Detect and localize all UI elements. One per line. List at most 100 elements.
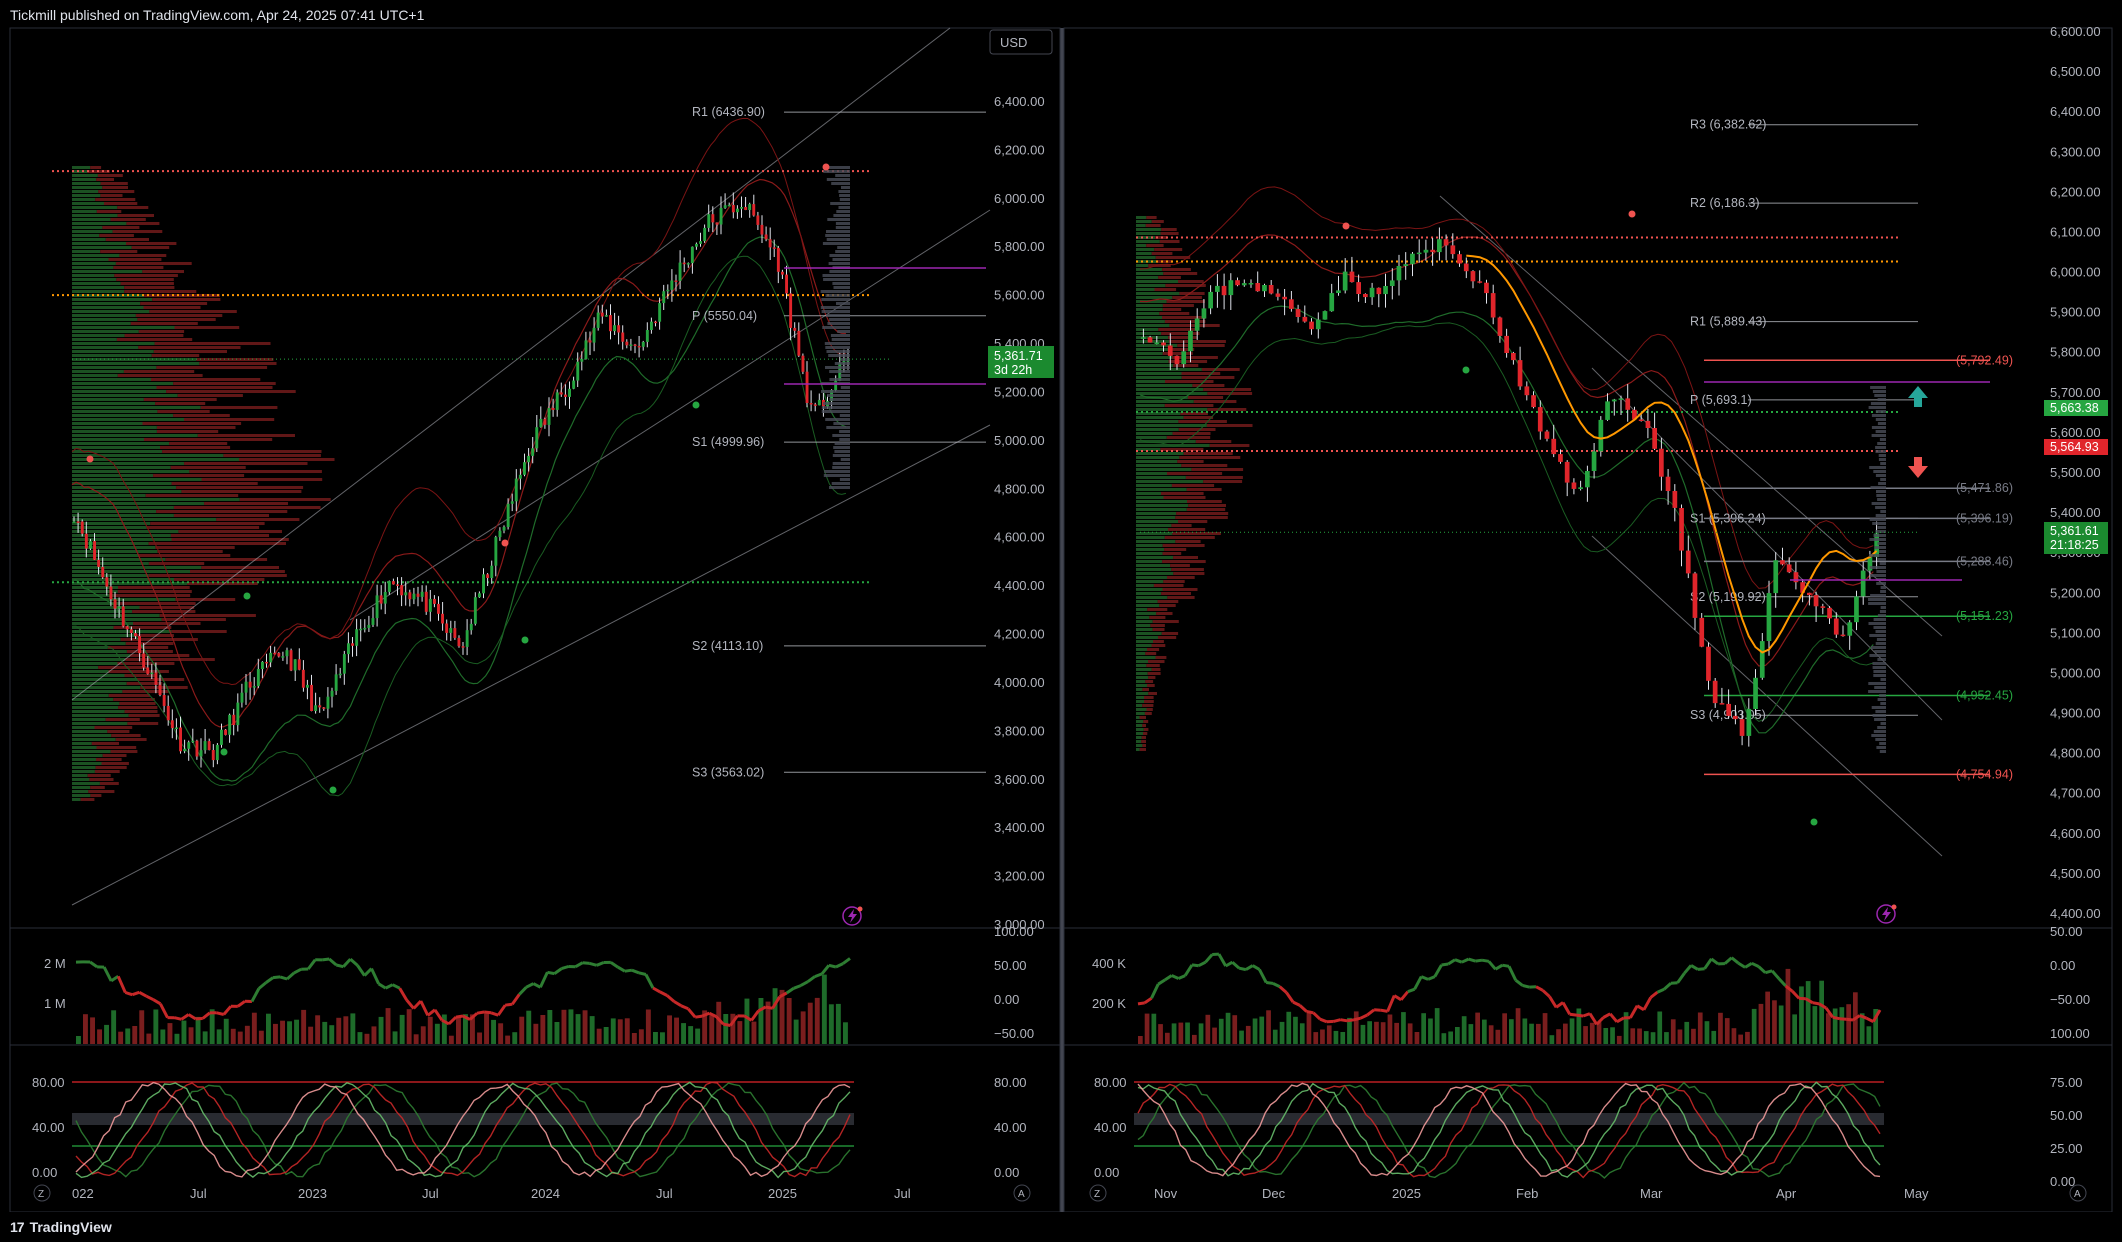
profile-bar-up [72, 386, 157, 389]
signal-dot [521, 636, 529, 644]
profile-bar-up [1136, 516, 1176, 519]
volume-bar [1245, 1025, 1251, 1044]
volume-bar [357, 1032, 363, 1044]
volume-bar [1826, 1013, 1831, 1044]
candle-body [629, 344, 633, 346]
candle-body [473, 597, 477, 624]
price-axis-label: 4,600.00 [994, 530, 1045, 545]
signal-dot [86, 455, 94, 463]
volume-oscillator-segment [582, 961, 590, 965]
profile-bar-up [1136, 228, 1162, 231]
profile-bar-up [1136, 332, 1162, 335]
profile-bar-down [1187, 396, 1224, 399]
chart-canvas[interactable]: R1 (6436.90) P (5550.04) S1 (4999.96) S2 (4… [0, 0, 2122, 1212]
profile-bar-down [113, 266, 164, 269]
price-axis-label: 4,600.00 [2050, 826, 2101, 841]
time-label: Jul [190, 1186, 207, 1201]
volume-bar [83, 1014, 88, 1044]
profile-bar-down [104, 202, 138, 205]
candle-body [1833, 618, 1839, 635]
session-profile-bar [829, 370, 850, 373]
candle-body [1322, 311, 1328, 320]
session-profile-bar [1871, 426, 1886, 429]
candle-body [408, 592, 412, 600]
volume-bar [1799, 986, 1804, 1044]
volume-oscillator-segment [1812, 1001, 1820, 1006]
candle-body [383, 591, 387, 604]
profile-bar-up [72, 170, 88, 173]
candle-body [445, 623, 449, 633]
candle-body [1618, 398, 1624, 400]
candle-body [1598, 419, 1604, 452]
session-profile-bar [1869, 538, 1886, 541]
volume-bar [76, 1036, 81, 1044]
profile-bar-down [1148, 676, 1156, 679]
profile-bar-up [1136, 508, 1187, 511]
right-price-axis[interactable]: 6,600.00 6,500.00 6,400.00 6,300.00 6,200.00… [2050, 24, 2101, 921]
volume-bar [519, 1016, 525, 1044]
currency-button[interactable]: USD [989, 29, 1053, 55]
profile-bar-down [173, 514, 269, 517]
session-profile-bar [1880, 590, 1886, 593]
candle-body [281, 656, 285, 658]
profile-bar-up [72, 430, 157, 433]
session-profile-bar [1871, 734, 1886, 737]
profile-bar-up [72, 670, 109, 673]
tradingview-logo[interactable]: 17 TradingView [10, 1219, 112, 1235]
candle-body [1490, 293, 1496, 318]
candle-body [1807, 592, 1812, 596]
profile-bar-up [72, 274, 115, 277]
candle-body [1860, 570, 1866, 597]
volume-oscillator-segment [547, 970, 555, 976]
volume-bar [216, 1029, 222, 1044]
session-profile-bar [835, 174, 850, 177]
profile-bar-up [72, 650, 127, 653]
candle-body [306, 684, 309, 688]
volume-bar [1374, 1021, 1379, 1044]
profile-bar-down [99, 234, 134, 237]
candle-body [789, 293, 793, 328]
candle-body [412, 593, 416, 600]
profile-bar-up [72, 278, 117, 281]
session-profile-bar [1872, 522, 1886, 525]
candle-body [1544, 431, 1550, 439]
profile-bar-up [1136, 356, 1172, 359]
volume-bar [287, 1021, 292, 1044]
session-profile-bar [1870, 402, 1886, 405]
profile-bar-down [115, 738, 147, 741]
candle-body [396, 584, 399, 586]
profile-bar-up [1136, 372, 1182, 375]
volume-bar [1286, 1011, 1292, 1044]
oscillator-axis-label: 0.00 [994, 992, 1019, 1007]
profile-bar-up [72, 182, 101, 185]
volume-oscillator-segment [1266, 981, 1274, 985]
profile-bar-down [124, 710, 158, 713]
candle-body [359, 628, 363, 631]
session-profile-bar [1880, 510, 1886, 513]
profile-bar-down [94, 770, 120, 773]
candle-body [1201, 308, 1207, 319]
candle-body [1840, 634, 1846, 637]
profile-bar-up [72, 218, 111, 221]
profile-bar-up [72, 422, 143, 425]
price-axis-label: 4,200.00 [994, 627, 1045, 642]
profile-bar-down [157, 410, 210, 413]
profile-bar-up [72, 326, 175, 329]
candle-body [1625, 398, 1631, 410]
volume-bar [807, 1002, 813, 1044]
zone-level-label: (5,151.23) [1956, 609, 2013, 623]
volume-bar [814, 997, 820, 1044]
profile-bar-down [1172, 432, 1211, 435]
candle-body [736, 208, 739, 213]
profile-bar-up [1136, 468, 1192, 471]
profile-bar-down [124, 674, 156, 677]
profile-bar-down [1191, 468, 1244, 471]
session-profile-bar [1868, 682, 1886, 685]
profile-bar-down [1177, 344, 1225, 347]
session-profile-bar [839, 438, 850, 441]
candle-body [1383, 286, 1388, 295]
scale-mode-label: Z [1094, 1189, 1100, 1200]
profile-bar-up [1136, 660, 1148, 663]
volume-bar [660, 1032, 665, 1044]
profile-bar-down [1177, 460, 1204, 463]
